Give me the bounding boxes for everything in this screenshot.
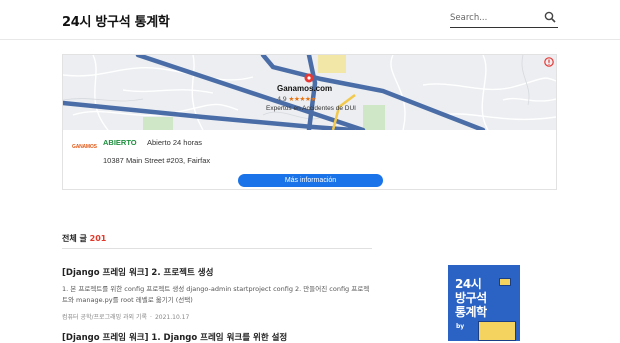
post-category[interactable]: 컴퓨터 공학/프로그래밍 과외 기록	[62, 314, 147, 321]
more-info-button[interactable]: Más información	[238, 174, 383, 187]
ad-info-icon[interactable]	[544, 57, 554, 67]
business-name[interactable]: Ganamos.com	[277, 84, 332, 93]
post-date: 2021.10.17	[154, 314, 190, 321]
search-icon[interactable]	[544, 11, 556, 23]
business-info-row: GANAMOS ABIERTO Abierto 24 horas 10387 M…	[63, 131, 556, 171]
promo-card-icon	[478, 321, 516, 341]
open-status: ABIERTO	[103, 138, 137, 147]
promo-by: by	[456, 323, 465, 330]
blog-title[interactable]: 24시 방구석 통계학	[62, 11, 170, 30]
business-subtitle: Expertos en Accidentes de DUI	[266, 105, 356, 112]
rating-stars: 4.9 ★★★★★	[277, 95, 316, 103]
map-ad[interactable]: Ganamos.com 4.9 ★★★★★ Expertos en Acciden…	[62, 54, 557, 190]
post-count-heading: 전체 글 201	[62, 233, 106, 244]
search-input[interactable]	[450, 10, 540, 26]
star-icons: ★★★★★	[288, 95, 317, 103]
business-logo[interactable]: GANAMOS	[72, 144, 97, 154]
post-item[interactable]: [Django 프레임 워크] 1. Django 프레임 워크를 위한 설정	[62, 331, 392, 343]
post-excerpt[interactable]: 1. 본 프로젝트를 위한 config 프로젝트 생성 django-admi…	[62, 284, 372, 306]
post-title[interactable]: [Django 프레임 워크] 2. 프로젝트 생성	[62, 266, 392, 278]
blog-header: 24시 방구석 통계학	[0, 0, 620, 40]
post-meta: 컴퓨터 공학/프로그래밍 과외 기록 · 2021.10.17	[62, 314, 190, 321]
ad-map[interactable]: Ganamos.com 4.9 ★★★★★ Expertos en Acciden…	[63, 55, 556, 130]
promo-chip-icon	[499, 278, 511, 286]
post-title[interactable]: [Django 프레임 워크] 1. Django 프레임 워크를 위한 설정	[62, 331, 392, 343]
rating-score: 4.9	[277, 95, 287, 103]
promo-line-3: 통계학	[455, 305, 487, 319]
business-address: 10387 Main Street #203, Fairfax	[103, 156, 211, 165]
open-hours: Abierto 24 horas	[147, 138, 203, 147]
blog-promo-image[interactable]: 24시 방구석 통계학 by	[448, 265, 520, 341]
search-box[interactable]	[450, 8, 558, 28]
post-count-number: 201	[89, 234, 107, 243]
post-count-label: 전체 글	[62, 234, 87, 243]
post-item[interactable]: [Django 프레임 워크] 2. 프로젝트 생성 1. 본 프로젝트를 위한…	[62, 266, 392, 321]
divider	[62, 248, 372, 249]
